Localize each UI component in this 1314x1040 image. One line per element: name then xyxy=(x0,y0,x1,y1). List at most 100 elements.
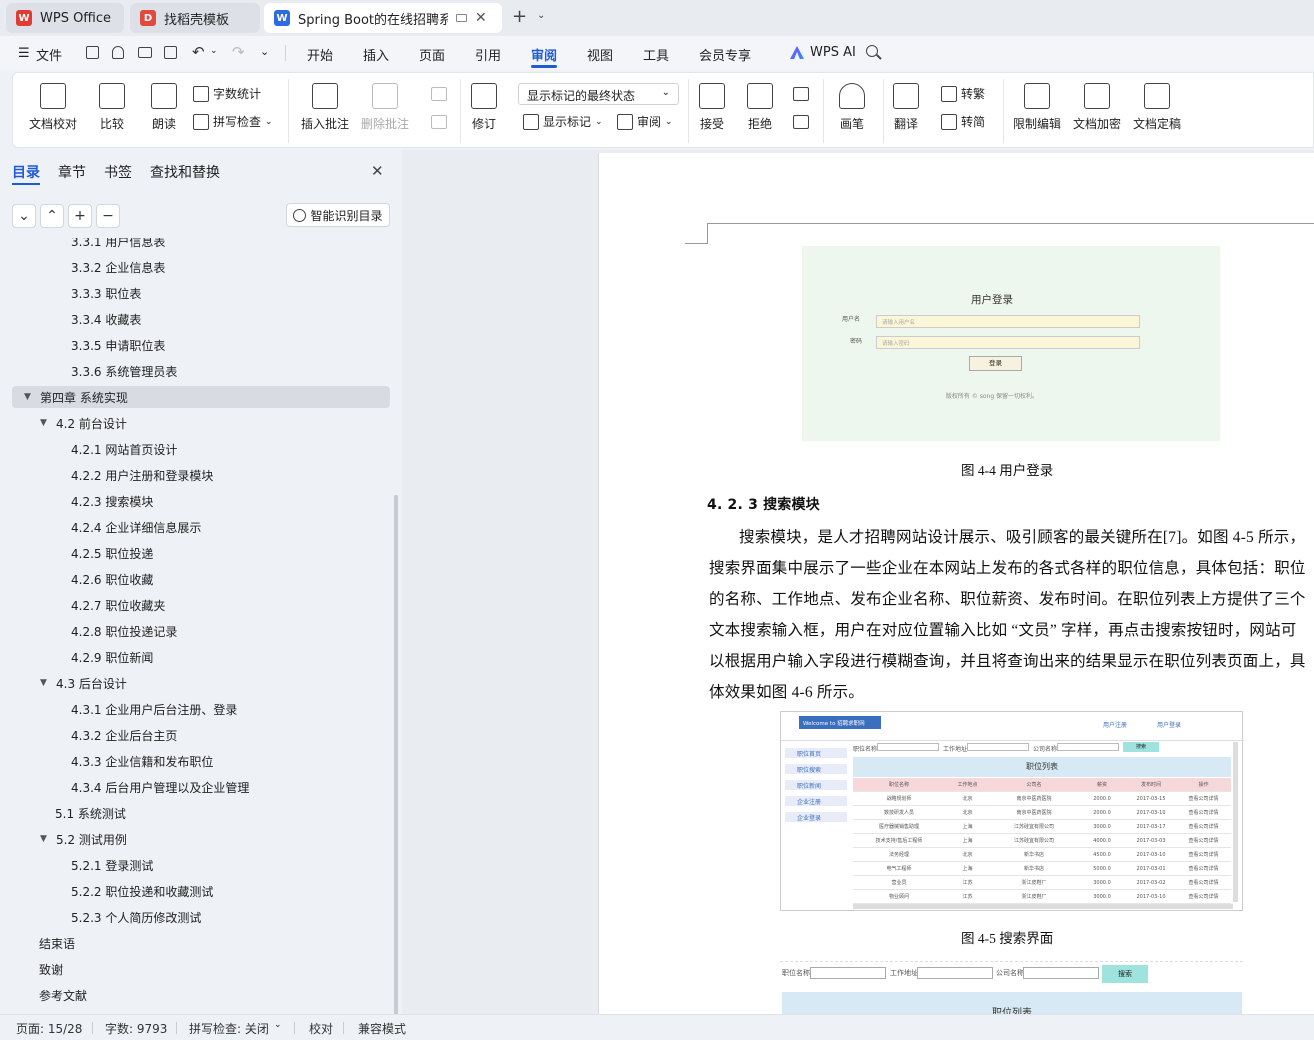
toc-item[interactable]: 3.3.1 用户信息表 xyxy=(12,238,390,252)
toc-item[interactable]: 致谢 xyxy=(12,958,390,980)
undo-dropdown-icon[interactable]: ⌄ xyxy=(210,46,218,56)
word-count[interactable]: 字数: 9793 xyxy=(105,1020,167,1037)
close-tab-icon[interactable]: ✕ xyxy=(475,10,487,26)
to-simplified-button[interactable]: 转简 xyxy=(941,113,985,130)
more-chevron-icon[interactable]: ⌄ xyxy=(260,45,269,58)
menu-review[interactable]: 审阅 xyxy=(531,45,557,64)
expand-triangle-icon[interactable]: ▼ xyxy=(40,418,50,428)
finalize-button[interactable]: 文档定稿 xyxy=(1133,83,1181,132)
tab-list-chevron-icon[interactable]: ⌄ xyxy=(537,10,545,21)
monitor-icon[interactable] xyxy=(456,14,467,22)
toc-item[interactable]: 4.2.6 职位收藏 xyxy=(12,568,390,590)
add-heading-button[interactable]: + xyxy=(68,204,92,228)
toc-item[interactable]: 5.1 系统测试 xyxy=(12,802,390,824)
toc-item[interactable]: 4.3.1 企业用户后台注册、登录 xyxy=(12,698,390,720)
save-icon[interactable] xyxy=(86,46,99,59)
undo-icon[interactable]: ↶ xyxy=(192,43,205,61)
toc-item[interactable]: 4.2.9 职位新闻 xyxy=(12,646,390,668)
toc-item[interactable]: 4.2.2 用户注册和登录模块 xyxy=(12,464,390,486)
export-icon[interactable] xyxy=(112,46,124,59)
toc-item[interactable]: 3.3.2 企业信息表 xyxy=(12,256,390,278)
hamburger-icon[interactable]: ☰ xyxy=(18,46,30,61)
to-traditional-button[interactable]: 转繁 xyxy=(941,85,985,102)
remove-heading-button[interactable]: − xyxy=(96,204,120,228)
toc-item[interactable]: 结束语 xyxy=(12,932,390,954)
spell-check-status[interactable]: 拼写检查: 关闭 xyxy=(189,1020,269,1037)
menu-page[interactable]: 页面 xyxy=(419,45,445,64)
next-comment-icon[interactable] xyxy=(431,115,447,129)
nav-tab-bookmarks[interactable]: 书签 xyxy=(104,162,132,182)
spell-check-button[interactable]: 拼写检查 ⌄ xyxy=(193,113,273,130)
toc-item[interactable]: 4.2.4 企业详细信息展示 xyxy=(12,516,390,538)
toc-item[interactable]: 4.2.8 职位投递记录 xyxy=(12,620,390,642)
expand-triangle-icon[interactable]: ▼ xyxy=(40,678,50,688)
toc-item[interactable]: 3.3.4 收藏表 xyxy=(12,308,390,330)
toc-item[interactable]: 3.3.3 职位表 xyxy=(12,282,390,304)
nav-tab-chapters[interactable]: 章节 xyxy=(58,162,86,182)
reject-button[interactable]: 拒绝 xyxy=(747,83,773,132)
new-tab-icon[interactable]: + xyxy=(512,6,527,27)
toc-item[interactable]: 3.3.5 申请职位表 xyxy=(12,334,390,356)
toc-item[interactable]: ▼ 5.2 测试用例 xyxy=(12,828,390,850)
toc-item[interactable]: 5.2.3 个人简历修改测试 xyxy=(12,906,390,928)
expand-up-button[interactable]: ⌃ xyxy=(40,204,64,228)
brush-button[interactable]: 画笔 xyxy=(839,83,865,132)
toc-scrollbar[interactable] xyxy=(394,495,398,1015)
compare-button[interactable]: 比较 xyxy=(99,83,125,132)
doc-check-button[interactable]: 文档校对 xyxy=(29,83,77,132)
expand-triangle-icon[interactable]: ▼ xyxy=(24,392,34,402)
toc-item[interactable]: 4.2.7 职位收藏夹 xyxy=(12,594,390,616)
toc-item[interactable]: 4.3.4 后台用户管理以及企业管理 xyxy=(12,776,390,798)
nav-tab-toc[interactable]: 目录 xyxy=(12,162,40,182)
toc-item[interactable]: 5.2.1 登录测试 xyxy=(12,854,390,876)
print-icon[interactable] xyxy=(138,47,152,58)
proofread-status[interactable]: 校对 xyxy=(309,1020,333,1037)
markup-state-select[interactable]: 显示标记的最终状态 ⌄ xyxy=(518,83,679,105)
translate-button[interactable]: 翻译 xyxy=(893,83,919,132)
restrict-edit-button[interactable]: 限制编辑 xyxy=(1013,83,1061,132)
page-indicator[interactable]: 页面: 15/28 xyxy=(16,1020,82,1037)
menu-insert[interactable]: 插入 xyxy=(363,45,389,64)
toc-item[interactable]: 3.3.6 系统管理员表 xyxy=(12,360,390,382)
menu-view[interactable]: 视图 xyxy=(587,45,613,64)
expand-triangle-icon[interactable]: ▼ xyxy=(40,834,50,844)
word-count-button[interactable]: 字数统计 xyxy=(193,85,261,102)
tab-docer-templates[interactable]: D 找稻壳模板 xyxy=(130,3,260,33)
print-preview-icon[interactable] xyxy=(164,46,177,59)
delete-comment-button[interactable]: 删除批注 xyxy=(361,83,409,132)
next-change-icon[interactable] xyxy=(793,115,809,129)
toc-item[interactable]: 4.3.3 企业信籍和发布职位 xyxy=(12,750,390,772)
toc-item[interactable]: ▼ 4.3 后台设计 xyxy=(12,672,390,694)
toc-item[interactable]: 4.3.2 企业后台主页 xyxy=(12,724,390,746)
menu-tools[interactable]: 工具 xyxy=(643,45,669,64)
show-markup-button[interactable]: 显示标记 ⌄ xyxy=(523,113,603,130)
prev-comment-icon[interactable] xyxy=(431,87,447,101)
review-pane-button[interactable]: 审阅 ⌄ xyxy=(617,113,673,130)
label: 文档加密 xyxy=(1073,117,1122,131)
menu-member[interactable]: 会员专享 xyxy=(699,45,751,64)
menu-file[interactable]: 文件 xyxy=(36,45,62,64)
document-page[interactable]: 用户登录 用户名 请输入用户名 密码 请输入密码 登录 版权所有 © song … xyxy=(598,153,1314,1014)
close-panel-icon[interactable]: ✕ xyxy=(371,162,384,180)
nav-tab-find-replace[interactable]: 查找和替换 xyxy=(150,162,220,182)
menu-references[interactable]: 引用 xyxy=(475,45,501,64)
revise-button[interactable]: 修订 xyxy=(471,83,497,132)
insert-comment-button[interactable]: 插入批注 xyxy=(301,83,349,132)
tab-wps-office[interactable]: W WPS Office xyxy=(6,3,124,33)
toc-item[interactable]: 4.2.5 职位投递 xyxy=(12,542,390,564)
toc-item[interactable]: 4.2.1 网站首页设计 xyxy=(12,438,390,460)
prev-change-icon[interactable] xyxy=(793,87,809,101)
menu-home[interactable]: 开始 xyxy=(307,45,333,64)
toc-item[interactable]: ▼ 4.2 前台设计 xyxy=(12,412,390,434)
toc-item[interactable]: 参考文献 xyxy=(12,984,390,1006)
toc-item[interactable]: 5.2.2 职位投递和收藏测试 xyxy=(12,880,390,902)
tab-current-document[interactable]: W Spring Boot的在线招聘系统设 ✕ xyxy=(264,3,502,33)
accept-button[interactable]: 接受 xyxy=(699,83,725,132)
encrypt-button[interactable]: 文档加密 xyxy=(1073,83,1121,132)
read-aloud-button[interactable]: 朗读 xyxy=(151,83,177,132)
toc-item[interactable]: 4.2.3 搜索模块 xyxy=(12,490,390,512)
collapse-all-button[interactable]: ⌄ xyxy=(12,204,36,228)
toc-item[interactable]: ▼ 第四章 系统实现 xyxy=(12,386,390,408)
smart-toc-button[interactable]: 智能识别目录 xyxy=(286,203,390,227)
menu-wps-ai[interactable]: WPS AI xyxy=(810,45,856,60)
